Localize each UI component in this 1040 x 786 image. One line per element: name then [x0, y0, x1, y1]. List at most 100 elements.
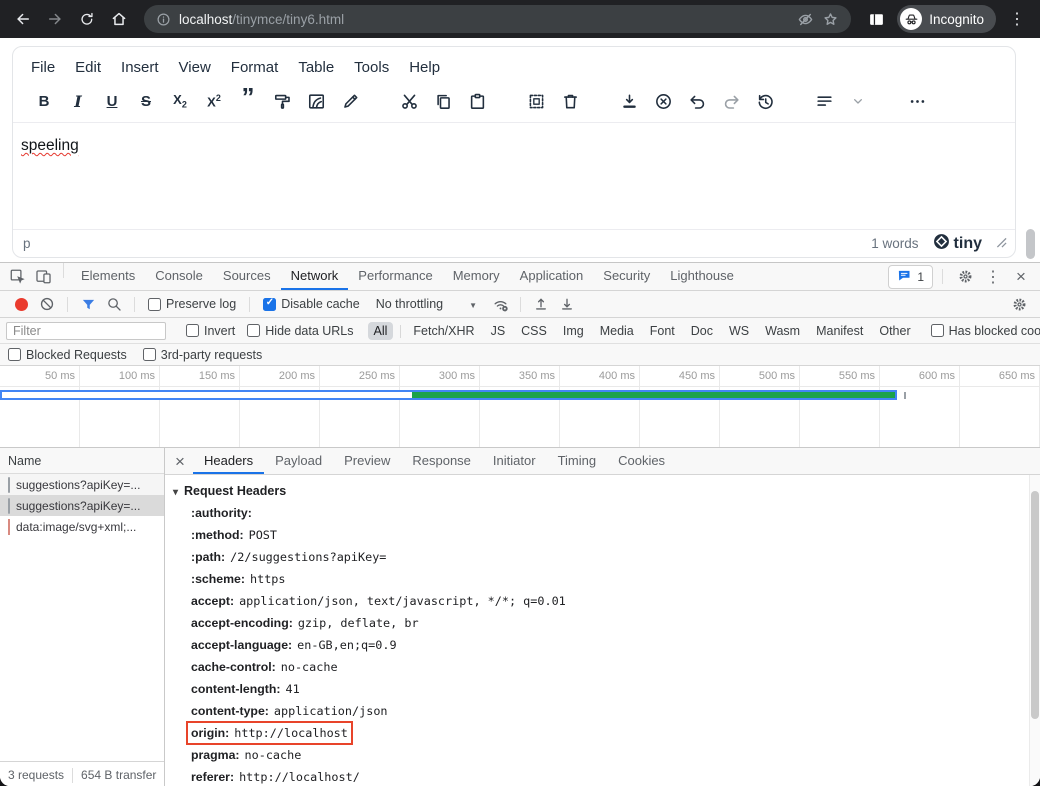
- search-button[interactable]: [101, 291, 127, 317]
- close-details-button[interactable]: ×: [167, 448, 193, 474]
- browser-menu-button[interactable]: ⋮: [1002, 4, 1032, 34]
- filter-input[interactable]: [6, 322, 166, 340]
- address-bar[interactable]: localhost/tinymce/tiny6.html: [144, 5, 851, 33]
- toolbar-button[interactable]: ”: [236, 88, 260, 114]
- resource-filter-pill[interactable]: Media: [594, 322, 640, 340]
- toolbar-button[interactable]: [304, 88, 328, 114]
- disable-cache-box[interactable]: [263, 298, 276, 311]
- misspelled-word[interactable]: speeling: [21, 137, 79, 154]
- section-collapse-icon[interactable]: ▾: [173, 484, 178, 498]
- blocked-requests-checkbox[interactable]: Blocked Requests: [8, 348, 127, 362]
- toolbar-button[interactable]: [465, 88, 489, 114]
- resource-filter-pill[interactable]: Other: [873, 322, 916, 340]
- toolbar-button[interactable]: [397, 88, 421, 114]
- preserve-log-box[interactable]: [148, 298, 161, 311]
- details-scrollbar-thumb[interactable]: [1031, 491, 1039, 719]
- network-settings-button[interactable]: [1006, 291, 1032, 317]
- resource-filter-pill[interactable]: Manifest: [810, 322, 869, 340]
- filter-toggle-button[interactable]: [75, 291, 101, 317]
- toolbar-button[interactable]: [719, 88, 743, 114]
- resource-filter-pill[interactable]: Font: [644, 322, 681, 340]
- third-party-checkbox[interactable]: 3rd-party requests: [143, 348, 262, 362]
- network-conditions-button[interactable]: [487, 291, 513, 317]
- toolbar-button[interactable]: [812, 88, 836, 114]
- editor-menu-item[interactable]: Edit: [65, 55, 111, 80]
- console-messages-button[interactable]: 1: [888, 265, 933, 289]
- toolbar-button[interactable]: [270, 88, 294, 114]
- invert-box[interactable]: [186, 324, 199, 337]
- devtools-tab[interactable]: Console: [145, 263, 213, 290]
- name-column-header[interactable]: Name: [0, 448, 164, 474]
- toolbar-button[interactable]: S: [134, 88, 158, 114]
- details-tab[interactable]: Preview: [333, 448, 401, 474]
- devtools-tab[interactable]: Security: [593, 263, 660, 290]
- request-row[interactable]: suggestions?apiKey=...: [0, 495, 164, 516]
- devtools-tab[interactable]: Lighthouse: [660, 263, 744, 290]
- toolbar-button[interactable]: [905, 88, 929, 114]
- hide-data-urls-box[interactable]: [247, 324, 260, 337]
- editor-menu-item[interactable]: File: [21, 55, 65, 80]
- resource-filter-pill[interactable]: JS: [485, 322, 512, 340]
- editor-menu-item[interactable]: Table: [288, 55, 344, 80]
- toolbar-button[interactable]: [651, 88, 675, 114]
- editor-menu-item[interactable]: Tools: [344, 55, 399, 80]
- toolbar-button[interactable]: [753, 88, 777, 114]
- bookmark-star-icon[interactable]: [822, 11, 839, 28]
- export-har-button[interactable]: [554, 291, 580, 317]
- back-button[interactable]: [8, 4, 38, 34]
- toolbar-button[interactable]: [338, 88, 362, 114]
- request-row[interactable]: suggestions?apiKey=...: [0, 474, 164, 495]
- has-blocked-cookies-checkbox[interactable]: Has blocked cookies: [931, 324, 1040, 338]
- toolbar-button[interactable]: [431, 88, 455, 114]
- toolbar-button[interactable]: B: [32, 88, 56, 114]
- request-headers-section[interactable]: ▾ Request Headers: [173, 484, 1026, 498]
- details-tab[interactable]: Initiator: [482, 448, 547, 474]
- hide-data-urls-checkbox[interactable]: Hide data URLs: [247, 324, 353, 338]
- details-tab[interactable]: Payload: [264, 448, 333, 474]
- toolbar-button[interactable]: [685, 88, 709, 114]
- has-blocked-cookies-box[interactable]: [931, 324, 944, 337]
- site-info-icon[interactable]: [156, 12, 171, 27]
- element-path[interactable]: p: [23, 236, 31, 251]
- resource-filter-pill[interactable]: Wasm: [759, 322, 806, 340]
- device-toolbar-button[interactable]: [30, 263, 56, 290]
- resource-filter-pill[interactable]: WS: [723, 322, 755, 340]
- record-button[interactable]: [8, 291, 34, 317]
- page-scrollbar[interactable]: [1026, 229, 1035, 259]
- word-count[interactable]: 1 words: [871, 236, 918, 251]
- editor-content-area[interactable]: speeling: [13, 122, 1015, 229]
- devtools-settings-button[interactable]: [952, 263, 978, 290]
- devtools-tab[interactable]: Sources: [213, 263, 281, 290]
- details-tab[interactable]: Response: [401, 448, 482, 474]
- tracking-protection-icon[interactable]: [797, 11, 814, 28]
- details-scrollbar[interactable]: [1029, 475, 1040, 786]
- resource-filter-pill[interactable]: CSS: [515, 322, 553, 340]
- import-har-button[interactable]: [528, 291, 554, 317]
- invert-checkbox[interactable]: Invert: [186, 324, 235, 338]
- details-tab[interactable]: Timing: [547, 448, 608, 474]
- home-button[interactable]: [104, 4, 134, 34]
- devtools-tab[interactable]: Memory: [443, 263, 510, 290]
- side-panel-button[interactable]: [861, 4, 891, 34]
- toolbar-button[interactable]: X2: [202, 88, 226, 114]
- editor-menu-item[interactable]: Format: [221, 55, 289, 80]
- details-tab[interactable]: Cookies: [607, 448, 676, 474]
- toolbar-button[interactable]: [524, 88, 548, 114]
- resource-filter-pill[interactable]: Fetch/XHR: [407, 322, 480, 340]
- devtools-menu-button[interactable]: ⋮: [980, 263, 1006, 290]
- throttling-select[interactable]: No throttling ▼: [376, 297, 477, 311]
- third-party-box[interactable]: [143, 348, 156, 361]
- editor-menu-item[interactable]: Insert: [111, 55, 169, 80]
- tiny-branding[interactable]: tiny: [933, 233, 982, 255]
- waterfall-bar[interactable]: [0, 390, 897, 400]
- resource-filter-pill[interactable]: All: [368, 322, 394, 340]
- clear-button[interactable]: [34, 291, 60, 317]
- devtools-tab[interactable]: Elements: [71, 263, 145, 290]
- disable-cache-checkbox[interactable]: Disable cache: [263, 297, 360, 311]
- toolbar-button[interactable]: [617, 88, 641, 114]
- details-tab[interactable]: Headers: [193, 448, 264, 474]
- blocked-requests-box[interactable]: [8, 348, 21, 361]
- reload-button[interactable]: [72, 4, 102, 34]
- devtools-tab[interactable]: Network: [281, 263, 349, 290]
- resize-handle[interactable]: [996, 236, 1007, 251]
